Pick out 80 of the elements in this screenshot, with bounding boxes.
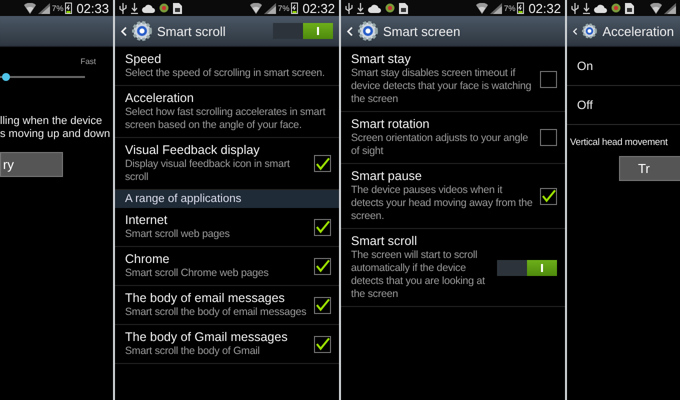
sim-card-icon [625,2,634,14]
description-text: lling when the device s moving up and down [0,115,112,141]
checkbox[interactable] [314,296,331,314]
description-text: Vertical head movement [570,137,669,148]
status-time: 02:33 [76,0,109,16]
screen-title: Smart screen [383,24,460,38]
cloud-icon [142,4,155,12]
setting-summary: Smart stay disables screen timeout if device detects that your face is watching the screen [351,67,532,106]
setting-summary: Smart scroll web pages [125,228,231,241]
section-header: A range of applications [115,190,339,208]
slider-thumb[interactable] [2,73,10,81]
setting-summary: Select the speed of scrolling in smart screen. [125,67,326,80]
status-time: 02:32 [302,0,335,16]
wifi-icon [476,2,488,14]
sim-card-icon [399,2,408,14]
setting-title: The body of email messages [125,291,286,306]
checkbox[interactable] [314,336,331,352]
checkbox[interactable] [314,155,331,172]
settings-icon [582,21,598,41]
battery-percent: 7% [278,4,290,12]
setting-title: Smart scroll [351,234,418,249]
setting-title: Acceleration [125,91,195,106]
slider-label: Fast [80,57,96,66]
signal-icon [490,2,502,14]
setting-title: Visual Feedback display [125,143,261,158]
status-time: 02:32 [528,0,561,16]
battery-percent: 7% [504,4,516,12]
setting-summary: Display visual feedback icon in smart scroll [125,158,291,184]
download-icon [357,2,364,14]
setting-summary: Smart scroll the body of email messages [125,306,308,319]
screen-title: Smart scroll [157,24,226,38]
setting-title: Internet [125,213,168,228]
settings-icon [132,21,152,41]
option-item[interactable]: Off [567,86,680,125]
battery-icon [517,2,524,14]
setting-title: Smart stay [351,52,412,67]
cloud-icon [368,4,381,12]
battery-icon [291,2,298,14]
checkbox[interactable] [540,129,557,146]
toggle-switch[interactable] [273,23,333,39]
usb-icon [345,2,353,14]
usb-icon [571,2,579,14]
checkbox[interactable] [540,188,557,204]
wifi-icon [24,2,36,14]
toggle-switch[interactable] [497,260,557,276]
sim-card-icon [173,2,182,14]
setting-title: Chrome [125,252,170,267]
try-button[interactable]: ry [0,152,63,177]
setting-title: Smart pause [351,169,423,184]
back-icon[interactable] [573,26,578,36]
setting-summary: The screen will start to scroll automatically if the device detects that you are looking at the screen [351,249,486,301]
usb-icon [119,2,127,14]
setting-summary: Smart scroll Chrome web pages [125,267,270,280]
option-item[interactable]: On [567,47,680,86]
setting-summary: Select how fast scrolling accelerates in smart screen based on the angle of your face. [125,106,326,132]
download-icon [583,2,590,14]
setting-summary: The device pauses videos when it detects your head moving away from the screen. [351,184,534,223]
speed-slider[interactable] [0,73,85,81]
checkbox[interactable] [314,258,331,274]
setting-title: Speed [125,52,162,67]
setting-title: The body of Gmail messages [125,330,289,345]
setting-title: Smart rotation [351,117,431,132]
try-button[interactable]: Tr [619,156,680,181]
download-icon [131,2,138,14]
screen-title: Acceleration [602,24,674,38]
setting-summary: Screen orientation adjusts to your angle of sight [351,132,530,158]
settings-icon [358,21,378,41]
cloud-icon [594,4,607,12]
signal-icon [38,2,50,14]
setting-summary: Smart scroll the body of Gmail [125,345,261,358]
back-icon[interactable] [347,26,353,36]
wifi-icon [650,2,662,14]
signal-icon [264,2,276,14]
signal-icon [664,2,676,14]
battery-icon [65,2,72,14]
checkbox[interactable] [314,218,331,236]
battery-percent: 7% [52,4,64,12]
back-icon[interactable] [121,26,127,36]
wifi-icon [250,2,262,14]
checkbox[interactable] [540,70,557,88]
